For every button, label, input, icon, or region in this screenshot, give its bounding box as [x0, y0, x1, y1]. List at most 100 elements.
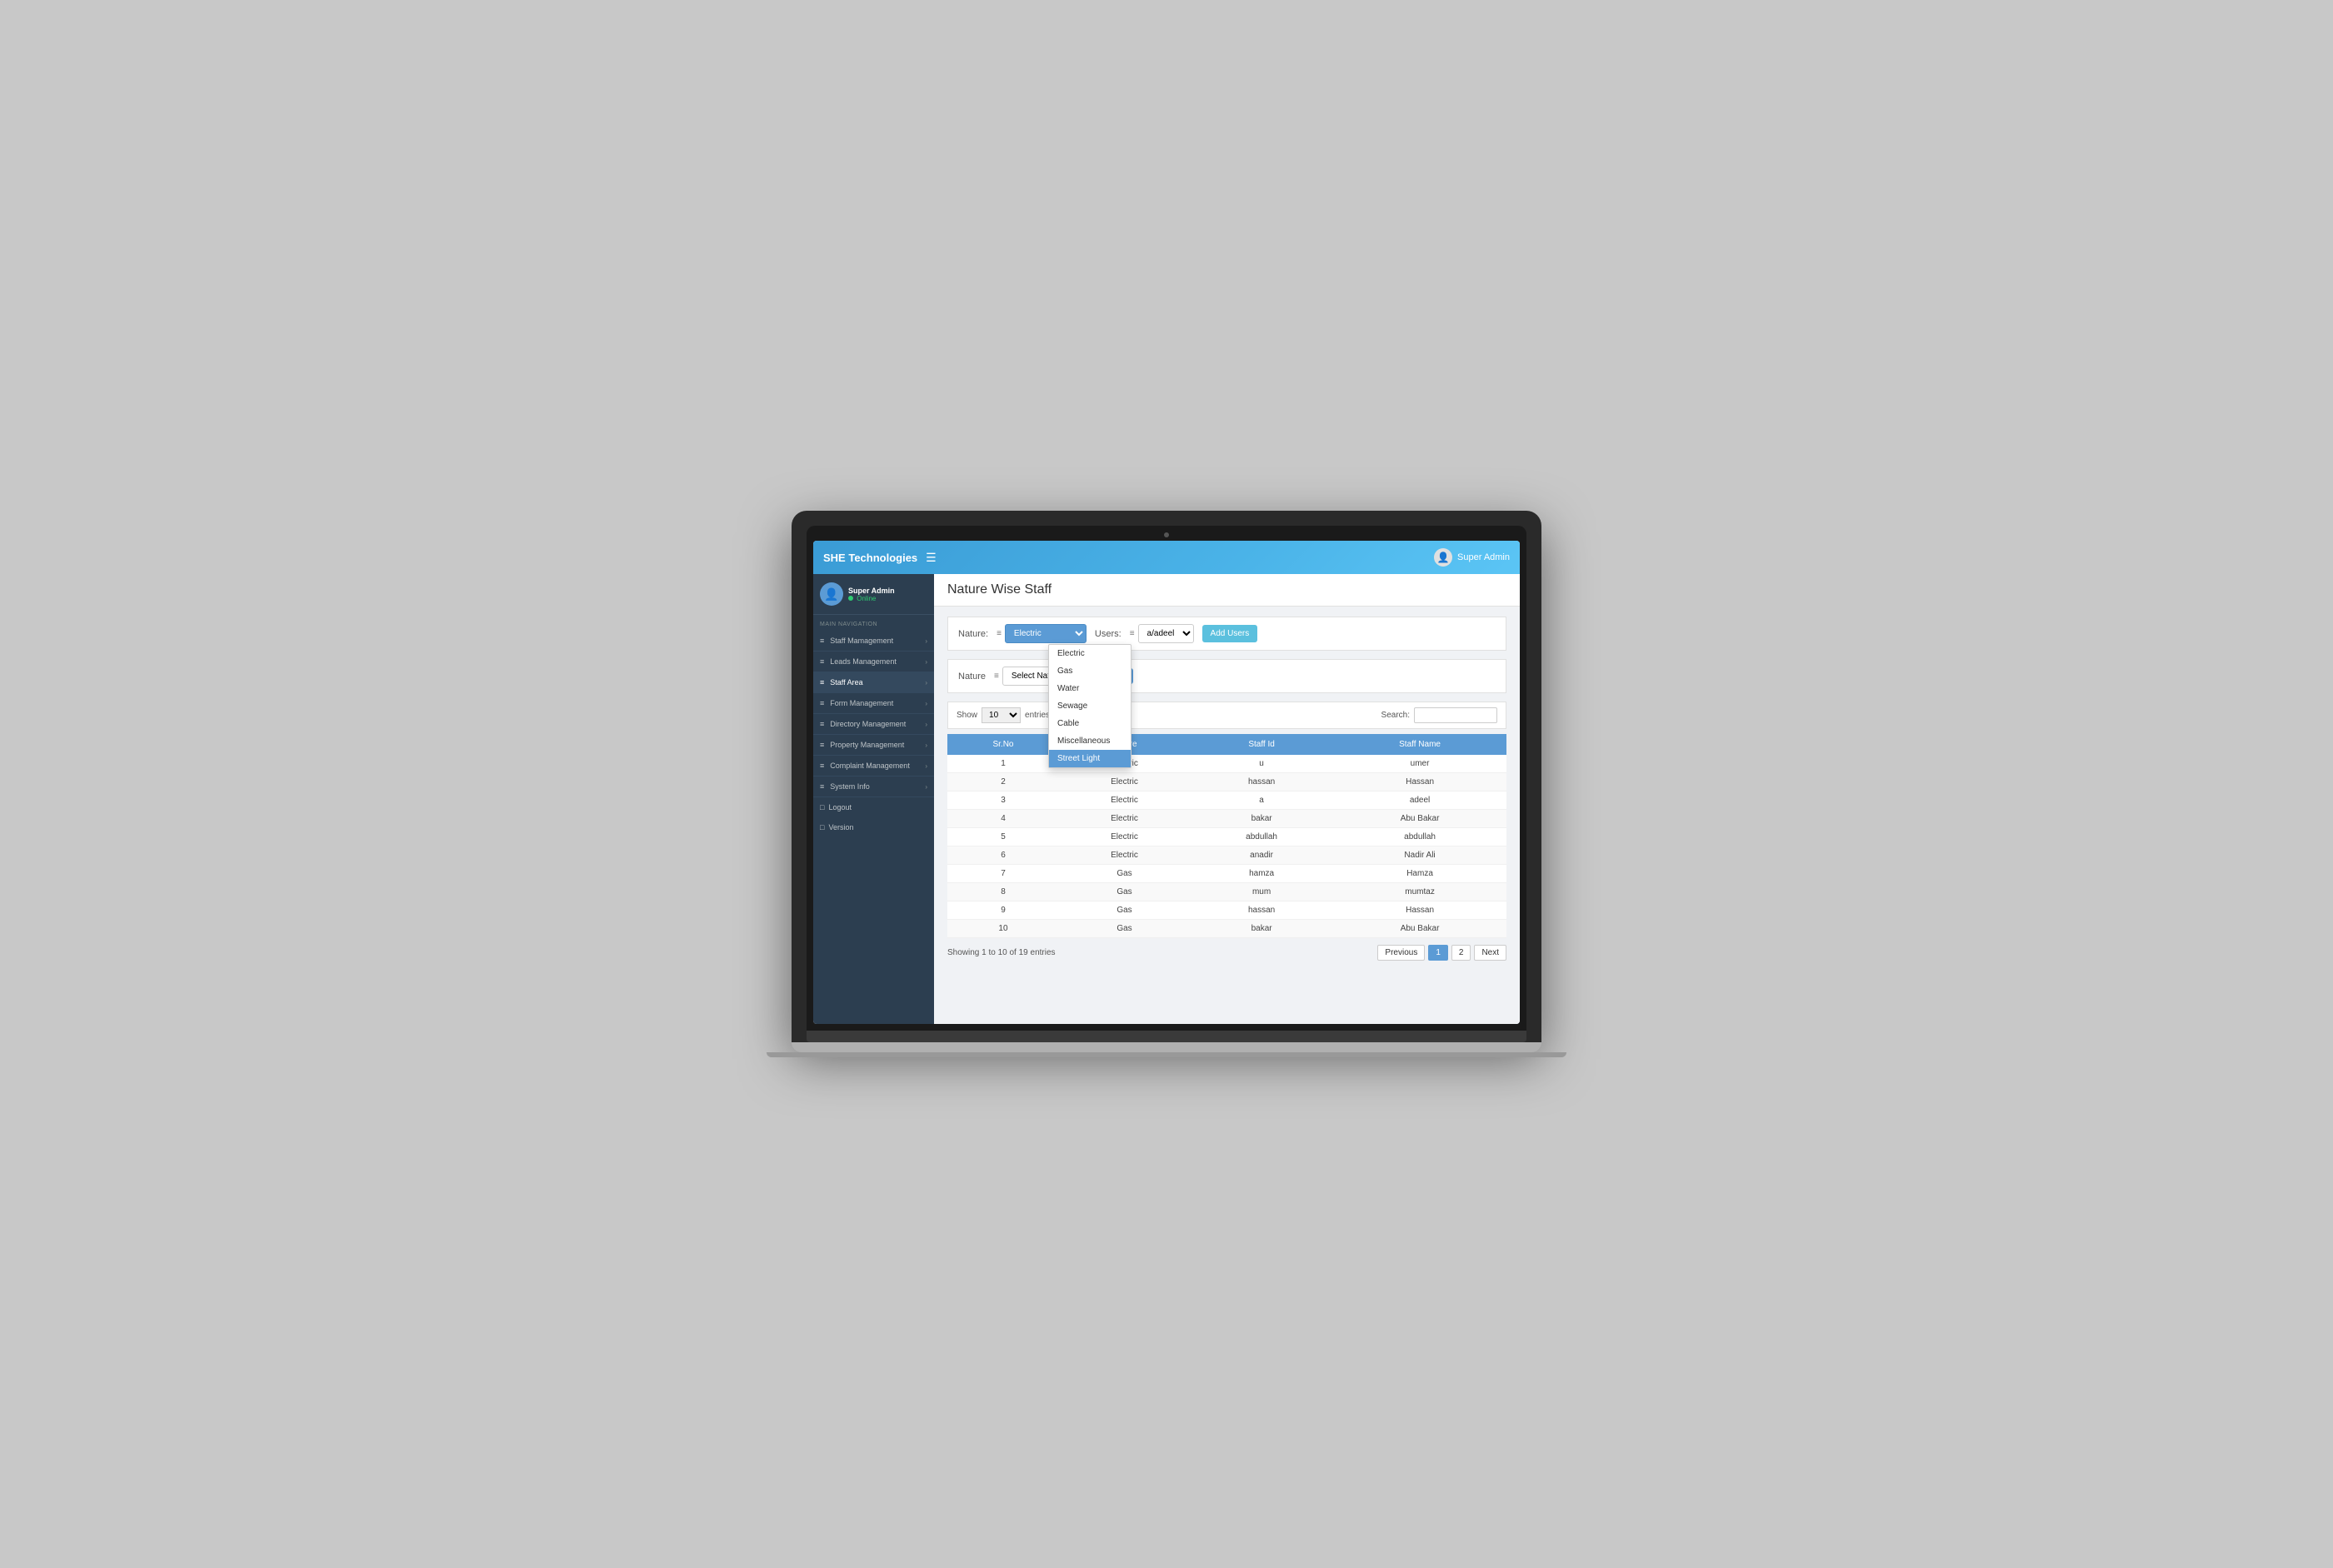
chevron-icon: ›	[925, 679, 927, 687]
cell-srno: 2	[947, 773, 1059, 791]
nature-select-wrapper: ≡ Electric Gas Water Sewage Cable Miscel…	[997, 624, 1087, 643]
list-icon-2: ≡	[1130, 629, 1135, 638]
cell-staff_name: umer	[1333, 755, 1506, 773]
cell-staff_id: hamza	[1190, 865, 1333, 883]
show-entries: Show 10 25 50 100 entries	[957, 707, 1050, 723]
nav-label: Leads Management	[830, 657, 897, 666]
col-staff-id: Staff Id	[1190, 734, 1333, 755]
cell-nature: Electric	[1059, 828, 1190, 846]
cell-staff_name: Abu Bakar	[1333, 810, 1506, 828]
page-2-button[interactable]: 2	[1451, 945, 1471, 961]
table-row: 1Electricuumer	[947, 755, 1506, 773]
cell-staff_name: Abu Bakar	[1333, 920, 1506, 938]
sidebar-item-leads-management[interactable]: ≡ Leads Management ›	[813, 652, 934, 672]
user-name: Super Admin	[848, 587, 895, 595]
logout-label: Logout	[828, 803, 852, 811]
nav-label: Staff Mamagement	[830, 637, 893, 645]
add-users-button[interactable]: Add Users	[1202, 625, 1258, 642]
col-staff-name: Staff Name	[1333, 734, 1506, 755]
version-icon: □	[820, 823, 824, 831]
hamburger-icon[interactable]: ☰	[926, 551, 937, 565]
sidebar-item-directory-management[interactable]: ≡ Directory Management ›	[813, 714, 934, 735]
cell-staff_id: u	[1190, 755, 1333, 773]
search-box: Search:	[1381, 707, 1497, 723]
chevron-icon: ›	[925, 658, 927, 666]
cell-staff_id: abdullah	[1190, 828, 1333, 846]
nav-label: Staff Area	[830, 678, 862, 687]
brand-name: SHE Technologies	[823, 552, 917, 564]
sidebar-item-version[interactable]: □ Version	[813, 817, 934, 837]
search-label: Search:	[1381, 711, 1410, 720]
dropdown-option-street-light[interactable]: Street Light	[1049, 750, 1131, 767]
table-row: 9GashassanHassan	[947, 901, 1506, 920]
nature-select[interactable]: Electric Gas Water Sewage Cable Miscella…	[1005, 624, 1087, 643]
nav-label: Form Management	[830, 699, 893, 707]
users-select-wrapper: ≡ a/adeel	[1130, 624, 1194, 643]
users-filter-label: Users:	[1095, 629, 1122, 639]
sidebar-item-staff-area[interactable]: ≡ Staff Area ›	[813, 672, 934, 693]
sidebar: 👤 Super Admin Online MAIN NAVIGATION	[813, 574, 934, 1024]
sidebar-item-system-info[interactable]: ≡ System Info ›	[813, 777, 934, 797]
dropdown-option-water[interactable]: Water	[1049, 680, 1131, 697]
cell-nature: Electric	[1059, 791, 1190, 810]
nature-dropdown-popup: Electric Gas Water Sewage Cable Miscella…	[1048, 644, 1132, 768]
nav-section-label: MAIN NAVIGATION	[813, 615, 934, 631]
cell-staff_id: bakar	[1190, 810, 1333, 828]
admin-name: Super Admin	[1457, 552, 1510, 562]
chevron-icon: ›	[925, 700, 927, 707]
page-1-button[interactable]: 1	[1428, 945, 1448, 961]
bars-icon: ≡	[820, 720, 824, 728]
bars-icon: ≡	[820, 699, 824, 707]
user-status: Online	[848, 595, 895, 602]
table-row: 10GasbakarAbu Bakar	[947, 920, 1506, 938]
table-row: 6ElectricanadirNadir Ali	[947, 846, 1506, 865]
cell-nature: Gas	[1059, 865, 1190, 883]
cell-staff_id: a	[1190, 791, 1333, 810]
cell-staff_name: adeel	[1333, 791, 1506, 810]
showing-text: Showing 1 to 10 of 19 entries	[947, 948, 1056, 957]
users-select[interactable]: a/adeel	[1138, 624, 1194, 643]
cell-srno: 8	[947, 883, 1059, 901]
cell-srno: 5	[947, 828, 1059, 846]
cell-staff_name: mumtaz	[1333, 883, 1506, 901]
dropdown-option-electric[interactable]: Electric	[1049, 645, 1131, 662]
dropdown-option-gas[interactable]: Gas	[1049, 662, 1131, 680]
bars-icon: ≡	[820, 637, 824, 645]
page-title: Nature Wise Staff	[947, 582, 1506, 597]
sidebar-item-staff-management[interactable]: ≡ Staff Mamagement ›	[813, 631, 934, 652]
sidebar-item-property-management[interactable]: ≡ Property Management ›	[813, 735, 934, 756]
nature-label-2: Nature	[958, 672, 986, 682]
page-header: Nature Wise Staff	[934, 574, 1520, 607]
nav-label: Property Management	[830, 741, 904, 749]
chevron-icon: ›	[925, 742, 927, 749]
previous-button[interactable]: Previous	[1377, 945, 1425, 961]
cell-nature: Electric	[1059, 773, 1190, 791]
cell-staff_id: anadir	[1190, 846, 1333, 865]
dropdown-option-miscellaneous[interactable]: Miscellaneous	[1049, 732, 1131, 750]
sidebar-item-complaint-management[interactable]: ≡ Complaint Management ›	[813, 756, 934, 777]
chevron-icon: ›	[925, 637, 927, 645]
dropdown-option-cable[interactable]: Cable	[1049, 715, 1131, 732]
table-row: 8Gasmummumtaz	[947, 883, 1506, 901]
avatar: 👤	[1434, 548, 1452, 567]
filter-row-2: Nature ≡ Select Nature Electric Gas Wate…	[947, 659, 1506, 693]
sidebar-item-form-management[interactable]: ≡ Form Management ›	[813, 693, 934, 714]
dropdown-option-sewage[interactable]: Sewage	[1049, 697, 1131, 715]
cell-staff_name: Hassan	[1333, 773, 1506, 791]
cell-staff_id: hassan	[1190, 773, 1333, 791]
cell-srno: 10	[947, 920, 1059, 938]
sidebar-item-logout[interactable]: □ Logout	[813, 797, 934, 817]
cell-srno: 3	[947, 791, 1059, 810]
search-input[interactable]	[1414, 707, 1497, 723]
show-label: Show	[957, 711, 977, 720]
top-bar: SHE Technologies ☰ 👤 Super Admin	[813, 541, 1520, 574]
cell-nature: Gas	[1059, 901, 1190, 920]
cell-staff_name: Nadir Ali	[1333, 846, 1506, 865]
entries-select[interactable]: 10 25 50 100	[982, 707, 1021, 723]
admin-info: 👤 Super Admin	[1434, 548, 1510, 567]
bars-icon: ≡	[820, 782, 824, 791]
next-button[interactable]: Next	[1474, 945, 1506, 961]
entries-label: entries	[1025, 711, 1050, 720]
table-row: 7GashamzaHamza	[947, 865, 1506, 883]
cell-staff_name: Hamza	[1333, 865, 1506, 883]
